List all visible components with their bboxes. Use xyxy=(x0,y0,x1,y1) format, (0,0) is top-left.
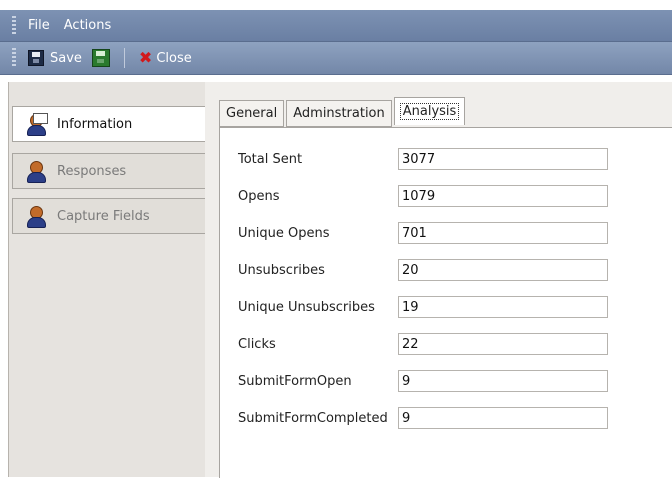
field-row-opens: Opens 1079 xyxy=(238,185,672,209)
nav-item-label: Capture Fields xyxy=(57,208,150,224)
person-body xyxy=(27,217,46,228)
field-row-unique-opens: Unique Opens 701 xyxy=(238,222,672,246)
floppy-disk-icon xyxy=(28,50,44,66)
analysis-panel: Total Sent 3077 Opens 1079 Unique Opens … xyxy=(219,127,672,478)
field-label: Unique Unsubscribes xyxy=(238,300,375,315)
close-icon: ✖ xyxy=(138,48,153,67)
field-label: SubmitFormCompleted xyxy=(238,411,388,426)
field-label: Unsubscribes xyxy=(238,263,325,278)
menu-file[interactable]: File xyxy=(28,18,50,33)
person-icon xyxy=(25,205,47,228)
field-label: SubmitFormOpen xyxy=(238,374,352,389)
field-label: Clicks xyxy=(238,337,276,352)
opens-field[interactable]: 1079 xyxy=(398,185,608,207)
field-label: Opens xyxy=(238,189,280,204)
nav-item-capture-fields[interactable]: Capture Fields xyxy=(12,198,205,234)
field-row-unsubscribes: Unsubscribes 20 xyxy=(238,259,672,283)
envelope xyxy=(33,113,48,124)
unique-opens-field[interactable]: 701 xyxy=(398,222,608,244)
submitformcompleted-field[interactable]: 9 xyxy=(398,407,608,429)
field-row-submitformcompleted: SubmitFormCompleted 9 xyxy=(238,407,672,431)
tab-strip: General Adminstration Analysis xyxy=(219,97,467,127)
close-button-label: Close xyxy=(156,50,192,66)
submitformopen-field[interactable]: 9 xyxy=(398,370,608,392)
person-icon xyxy=(25,160,47,183)
nav-item-information[interactable]: Information xyxy=(12,106,205,142)
menu-grip-handle[interactable] xyxy=(12,15,16,36)
total-sent-field[interactable]: 3077 xyxy=(398,148,608,170)
field-label: Total Sent xyxy=(238,152,303,167)
person-body xyxy=(27,125,46,136)
tab-general[interactable]: General xyxy=(219,100,285,127)
tab-label: Adminstration xyxy=(293,106,385,121)
unique-unsubscribes-field[interactable]: 19 xyxy=(398,296,608,318)
content-area: General Adminstration Analysis Total Sen… xyxy=(205,82,672,478)
toolbar: Save ✖ Close xyxy=(0,42,672,75)
toolbar-grip-handle[interactable] xyxy=(12,48,16,68)
field-row-submitformopen: SubmitFormOpen 9 xyxy=(238,370,672,394)
save-button[interactable]: Save xyxy=(28,50,82,66)
save-and-close-button[interactable] xyxy=(91,49,110,67)
field-row-unique-unsubscribes: Unique Unsubscribes 19 xyxy=(238,296,672,320)
field-label: Unique Opens xyxy=(238,226,330,241)
field-row-clicks: Clicks 22 xyxy=(238,333,672,357)
tab-adminstration[interactable]: Adminstration xyxy=(286,100,392,127)
tab-analysis[interactable]: Analysis xyxy=(393,97,466,125)
nav-item-label: Responses xyxy=(57,163,127,179)
close-button[interactable]: ✖ Close xyxy=(139,50,192,66)
tab-label: General xyxy=(226,106,278,121)
menu-bar: File Actions xyxy=(0,10,672,42)
unsubscribes-field[interactable]: 20 xyxy=(398,259,608,281)
save-button-label: Save xyxy=(50,50,82,66)
clicks-field[interactable]: 22 xyxy=(398,333,608,355)
field-row-total-sent: Total Sent 3077 xyxy=(238,148,672,172)
save-and-close-icon xyxy=(91,49,110,67)
tab-label: Analysis xyxy=(399,103,460,120)
person-body xyxy=(27,172,46,183)
menu-actions[interactable]: Actions xyxy=(64,18,112,33)
toolbar-separator xyxy=(123,48,125,68)
person-envelope-icon xyxy=(25,113,48,136)
nav-item-label: Information xyxy=(57,116,133,132)
nav-item-responses[interactable]: Responses xyxy=(12,153,205,189)
